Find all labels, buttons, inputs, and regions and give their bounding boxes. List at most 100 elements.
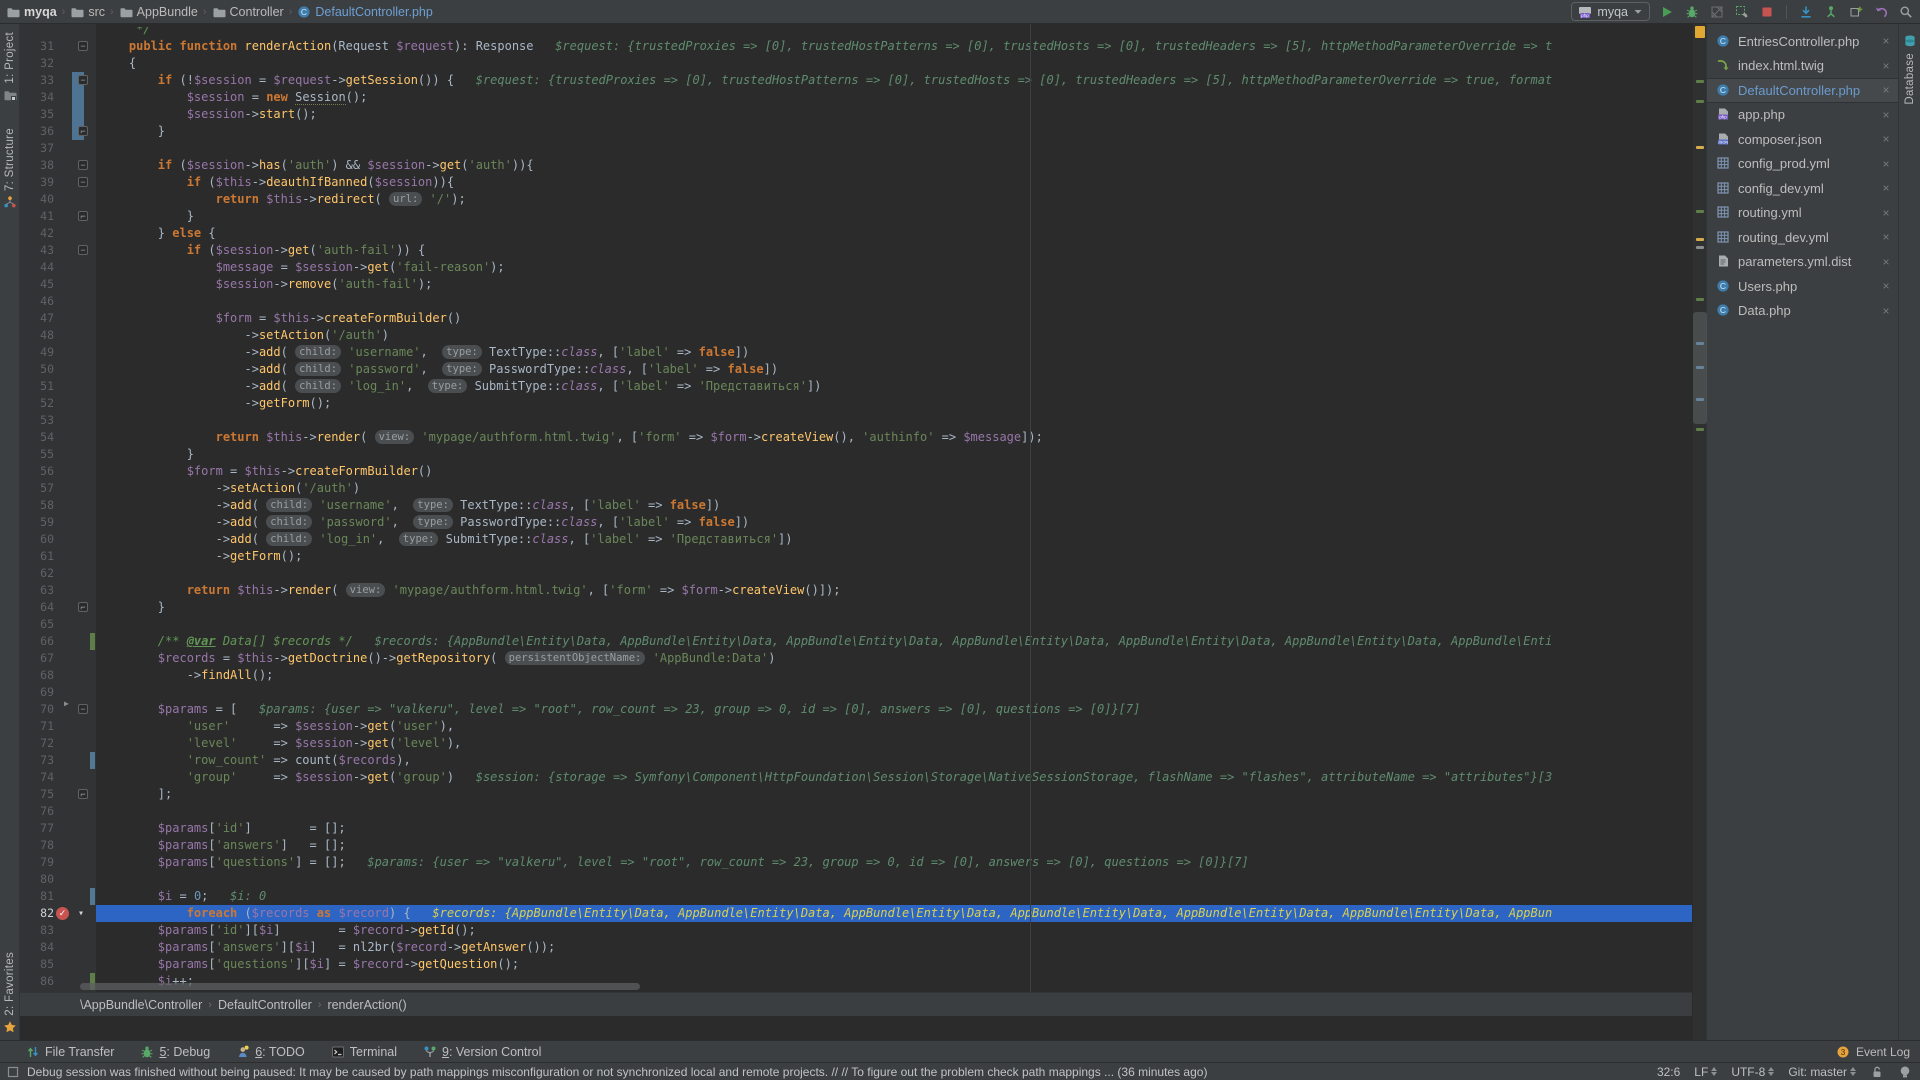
event-log-button[interactable]: 3 Event Log — [1836, 1045, 1910, 1059]
open-file-tab-routing-yml[interactable]: routing.yml× — [1707, 201, 1898, 226]
code-line[interactable]: 85 $params['questions'][$i] = $record->g… — [20, 956, 1692, 973]
code-line[interactable]: 69 — [20, 684, 1692, 701]
close-icon[interactable]: × — [1880, 206, 1892, 220]
close-icon[interactable]: × — [1880, 181, 1892, 195]
code-line[interactable]: 53 — [20, 412, 1692, 429]
code-line[interactable]: 32 { — [20, 55, 1692, 72]
code-line[interactable]: 57 ->setAction('/auth') — [20, 480, 1692, 497]
status-widget-utf-8[interactable]: UTF-8 — [1731, 1065, 1774, 1079]
fold-collapse-icon[interactable]: − — [78, 41, 88, 51]
breadcrumb-item-src[interactable]: src — [70, 5, 105, 19]
code-line[interactable]: 54 return $this->render( view: 'mypage/a… — [20, 429, 1692, 446]
open-file-tab-config-dev-yml[interactable]: config_dev.yml× — [1707, 176, 1898, 201]
editor-breadcrumb-item[interactable]: DefaultController — [218, 998, 312, 1012]
vcs-commit-button[interactable] — [1823, 4, 1839, 20]
open-file-tab-app-php[interactable]: phpapp.php× — [1707, 103, 1898, 128]
close-icon[interactable]: × — [1880, 132, 1892, 146]
attach-debugger-button[interactable] — [1734, 4, 1750, 20]
code-line[interactable]: 61 ->getForm(); — [20, 548, 1692, 565]
close-icon[interactable]: × — [1880, 255, 1892, 269]
fold-open-chevron-icon[interactable]: ▾ — [78, 905, 84, 922]
open-file-tab-entriescontroller-php[interactable]: CEntriesController.php× — [1707, 29, 1898, 54]
code-line[interactable]: 73 'row_count' => count($records), — [20, 752, 1692, 769]
fold-collapse-icon[interactable]: − — [78, 160, 88, 170]
tool-window-button-version-control[interactable]: 9: Version Control — [423, 1045, 541, 1059]
coverage-button[interactable] — [1709, 4, 1725, 20]
code-line[interactable]: 71 'user' => $session->get('user'), — [20, 718, 1692, 735]
code-line[interactable]: 48 ->setAction('/auth') — [20, 327, 1692, 344]
code-line[interactable]: 84 $params['answers'][$i] = nl2br($recor… — [20, 939, 1692, 956]
tool-window-button-favorites[interactable]: 2: Favorites — [3, 952, 17, 1034]
code-line[interactable]: 75⌐ ]; — [20, 786, 1692, 803]
code-line[interactable]: 59 ->add( child: 'password', type: Passw… — [20, 514, 1692, 531]
code-line[interactable]: 64⌐ } — [20, 599, 1692, 616]
error-stripe-mark[interactable] — [1696, 298, 1704, 301]
error-stripe-mark[interactable] — [1696, 238, 1704, 241]
code-line[interactable]: 74 'group' => $session->get('group') $se… — [20, 769, 1692, 786]
close-icon[interactable]: × — [1880, 59, 1892, 73]
code-line[interactable]: 40 return $this->redirect( url: '/'); — [20, 191, 1692, 208]
fold-collapse-icon[interactable]: − — [78, 245, 88, 255]
status-widget-git-master[interactable]: Git: master — [1788, 1065, 1856, 1079]
open-file-tab-parameters-yml-dist[interactable]: parameters.yml.dist× — [1707, 250, 1898, 275]
code-line[interactable]: 47 $form = $this->createFormBuilder() — [20, 310, 1692, 327]
code-line[interactable]: 31− public function renderAction(Request… — [20, 38, 1692, 55]
error-stripe-mark[interactable] — [1696, 80, 1704, 83]
open-file-tab-composer-json[interactable]: JSONcomposer.json× — [1707, 127, 1898, 152]
code-line[interactable]: 65 — [20, 616, 1692, 633]
close-icon[interactable]: × — [1880, 157, 1892, 171]
code-line[interactable]: 87⌐ } — [20, 990, 1692, 992]
open-file-tab-data-php[interactable]: CData.php× — [1707, 299, 1898, 324]
tool-window-button-terminal[interactable]: Terminal — [331, 1045, 397, 1059]
code-line[interactable]: 43− if ($session->get('auth-fail')) { — [20, 242, 1692, 259]
code-line[interactable]: 68 ->findAll(); — [20, 667, 1692, 684]
open-file-tab-config-prod-yml[interactable]: config_prod.yml× — [1707, 152, 1898, 177]
fold-end-icon[interactable]: ⌐ — [78, 211, 88, 221]
code-line[interactable]: 83 $params['id'][$i] = $record->getId(); — [20, 922, 1692, 939]
code-line[interactable]: 66 /** @var Data[] $records */ $records:… — [20, 633, 1692, 650]
status-widget-lf[interactable]: LF — [1694, 1065, 1717, 1079]
tool-window-button-project[interactable]: 1: Project — [3, 32, 17, 102]
code-line[interactable]: 58 ->add( child: 'username', type: TextT… — [20, 497, 1692, 514]
open-file-tab-users-php[interactable]: CUsers.php× — [1707, 274, 1898, 299]
tool-window-button-debug[interactable]: 5: Debug — [140, 1045, 210, 1059]
tool-window-button-structure[interactable]: 7: Structure — [3, 128, 17, 209]
fold-collapse-icon[interactable]: − — [78, 177, 88, 187]
error-stripe-mark[interactable] — [1695, 26, 1705, 38]
error-stripe-mark[interactable] — [1696, 100, 1704, 103]
code-line[interactable]: 81 $i = 0; $i: 0 — [20, 888, 1692, 905]
breadcrumb-item-appbundle[interactable]: AppBundle — [119, 5, 198, 19]
update-project-button[interactable] — [1798, 4, 1814, 20]
highlighting-level-icon[interactable] — [1898, 1065, 1912, 1079]
error-stripe[interactable] — [1692, 24, 1706, 1040]
fold-end-icon[interactable]: ⌐ — [78, 602, 88, 612]
code-line[interactable]: 51 ->add( child: 'log_in', type: SubmitT… — [20, 378, 1692, 395]
breakpoint-icon[interactable]: ✓ — [56, 907, 69, 920]
code-line[interactable]: 77 $params['id'] = []; — [20, 820, 1692, 837]
code-line[interactable]: 56 $form = $this->createFormBuilder() — [20, 463, 1692, 480]
code-line[interactable]: 70−▶ $params = [ $params: {user => "valk… — [20, 701, 1692, 718]
code-line[interactable]: 46 — [20, 293, 1692, 310]
code-line[interactable]: 45 $session->remove('auth-fail'); — [20, 276, 1692, 293]
code-line[interactable]: 34 $session = new Session(); — [20, 89, 1692, 106]
code-line[interactable]: 37 — [20, 140, 1692, 157]
code-line[interactable]: 79 $params['questions'] = []; $params: {… — [20, 854, 1692, 871]
search-everywhere-button[interactable] — [1898, 4, 1914, 20]
code-line[interactable]: 33− if (!$session = $request->getSession… — [20, 72, 1692, 89]
code-line[interactable]: 44 $message = $session->get('fail-reason… — [20, 259, 1692, 276]
fold-end-icon[interactable]: ⌐ — [78, 789, 88, 799]
compare-button[interactable] — [1848, 4, 1864, 20]
code-line[interactable]: 63 return $this->render( view: 'mypage/a… — [20, 582, 1692, 599]
code-line[interactable]: 49 ->add( child: 'username', type: TextT… — [20, 344, 1692, 361]
run-button[interactable] — [1659, 4, 1675, 20]
vertical-scrollbar-thumb[interactable] — [1693, 312, 1707, 424]
error-stripe-mark[interactable] — [1696, 210, 1704, 213]
editor-breadcrumb-item[interactable]: \AppBundle\Controller — [80, 998, 202, 1012]
code-line[interactable]: 60 ->add( child: 'log_in', type: SubmitT… — [20, 531, 1692, 548]
error-stripe-mark[interactable] — [1696, 246, 1704, 249]
open-file-tab-index-html-twig[interactable]: index.html.twig× — [1707, 54, 1898, 79]
code-line[interactable]: 35 $session->start(); — [20, 106, 1692, 123]
code-line[interactable]: 76 — [20, 803, 1692, 820]
close-icon[interactable]: × — [1880, 83, 1892, 97]
code-line[interactable]: 50 ->add( child: 'password', type: Passw… — [20, 361, 1692, 378]
